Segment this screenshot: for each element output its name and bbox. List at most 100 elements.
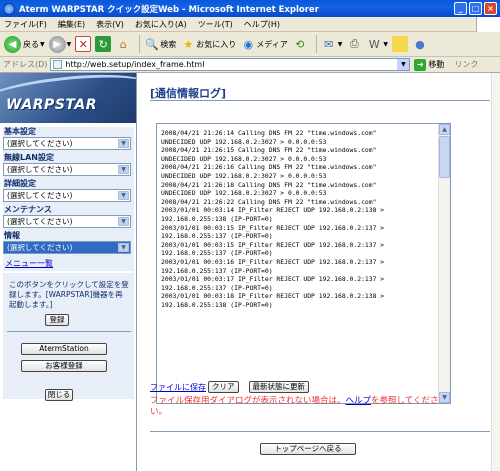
- star-icon: ★: [183, 37, 194, 51]
- log-line: 2003/01/01 00:03:14 IP_Filter REJECT UDP…: [161, 206, 385, 215]
- close-window-button[interactable]: ×: [484, 2, 497, 15]
- advanced-settings-value: (選択してください): [7, 191, 73, 200]
- note-icon: [391, 36, 408, 52]
- chevron-down-icon: ▼: [383, 40, 388, 48]
- log-content: 2008/04/21 21:26:14 Calling DNS FM 22 "t…: [157, 124, 437, 309]
- back-label: 戻る: [23, 39, 39, 49]
- warpstar-logo: WARPSTAR: [0, 73, 136, 123]
- chevron-down-icon: ▼: [118, 217, 129, 226]
- advanced-settings-select[interactable]: (選択してください) ▼: [3, 189, 131, 202]
- stop-button[interactable]: ✕: [75, 36, 92, 52]
- wireless-lan-group: 無線LAN設定 (選択してください) ▼: [3, 153, 134, 176]
- page-scrollbar[interactable]: [491, 73, 500, 471]
- log-line: 2008/04/21 21:26:16 Calling DNS FM 22 "t…: [161, 163, 377, 172]
- search-button[interactable]: 🔍 検索: [144, 36, 176, 52]
- advanced-settings-group: 詳細設定 (選択してください) ▼: [3, 179, 134, 202]
- register-button[interactable]: 登録: [45, 314, 69, 326]
- menu-help[interactable]: ヘルプ(H): [244, 19, 280, 30]
- refresh-button[interactable]: ↻: [95, 36, 112, 52]
- address-input[interactable]: http://web.setup/index_frame.html ▼: [50, 58, 411, 71]
- close-button[interactable]: 閉じる: [45, 389, 73, 401]
- history-button[interactable]: ⟲: [292, 36, 308, 52]
- save-warning: ファイル保存用ダイアログが表示されない場合は、ヘルプを参照してください。: [150, 396, 450, 418]
- aterm-station-button[interactable]: AtermStation: [21, 343, 107, 355]
- minimize-button[interactable]: _: [454, 2, 467, 15]
- ie-logo-icon: [3, 2, 15, 15]
- media-button[interactable]: ◉ メディア: [240, 36, 287, 52]
- scroll-thumb[interactable]: [439, 136, 450, 178]
- edit-button[interactable]: W ▼: [366, 36, 388, 52]
- log-line: 2003/01/01 00:03:16 IP_Filter REJECT UDP…: [161, 257, 385, 266]
- menu-favorites[interactable]: お気に入り(A): [135, 19, 187, 30]
- panel-divider: [7, 331, 131, 332]
- window-titlebar: Aterm WARPSTAR クイック設定Web - Microsoft Int…: [0, 0, 500, 17]
- chevron-down-icon[interactable]: ▼: [397, 59, 410, 70]
- chevron-down-icon: ▼: [66, 40, 72, 48]
- home-icon: ⌂: [119, 37, 127, 51]
- maintenance-group: メンテナンス (選択してください) ▼: [3, 205, 134, 228]
- bottom-divider: [150, 431, 490, 432]
- log-line: 2003/01/01 00:03:18 IP_Filter REJECT UDP…: [161, 292, 385, 301]
- log-line: UNDECIDED UDP 192.168.0.2:3027 > 0.0.0.0…: [161, 137, 327, 146]
- clear-button[interactable]: クリア: [208, 381, 239, 393]
- page-icon: [53, 60, 63, 69]
- log-scrollbar[interactable]: ▲ ▼: [438, 124, 450, 403]
- go-label: 移動: [428, 60, 445, 69]
- window-title: Aterm WARPSTAR クイック設定Web - Microsoft Int…: [19, 4, 319, 15]
- menu-list-link[interactable]: メニュー一覧: [3, 257, 134, 271]
- sidebar: WARPSTAR 基本設定 (選択してください) ▼ 無線LAN設定 (選択して…: [0, 73, 137, 471]
- info-select[interactable]: (選択してください) ▼: [3, 241, 131, 254]
- home-button[interactable]: ⌂: [115, 36, 131, 52]
- wireless-lan-value: (選択してください): [7, 165, 73, 174]
- log-line: 192.168.0.255:137 (IP-PORT=0): [161, 266, 273, 275]
- maintenance-value: (選択してください): [7, 217, 73, 226]
- refresh-log-button[interactable]: 最新状態に更新: [248, 381, 309, 393]
- advanced-settings-label: 詳細設定: [4, 179, 36, 188]
- print-button[interactable]: ⎙: [346, 36, 362, 52]
- wireless-lan-label: 無線LAN設定: [4, 153, 54, 162]
- help-link[interactable]: ヘルプ: [346, 396, 372, 406]
- maintenance-select[interactable]: (選択してください) ▼: [3, 215, 131, 228]
- warning-text: ファイル保存用ダイアログが表示されない場合は、: [150, 396, 346, 406]
- save-to-file-link[interactable]: ファイルに保存: [150, 382, 206, 393]
- log-actions: ファイルに保存 クリア 最新状態に更新: [150, 381, 319, 393]
- info-group: 情報 (選択してください) ▼: [3, 231, 134, 254]
- mail-button[interactable]: ✉ ▼: [321, 36, 343, 52]
- log-line: 2008/04/21 21:26:18 Calling DNS FM 22 "t…: [161, 180, 377, 189]
- basic-settings-label: 基本設定: [4, 127, 36, 136]
- log-line: 192.168.0.255:137 (IP-PORT=0): [161, 283, 273, 292]
- maximize-button[interactable]: □: [469, 2, 482, 15]
- top-page-button[interactable]: トップページへ戻る: [260, 443, 356, 455]
- log-line: 2008/04/21 21:26:22 Calling DNS FM 22 "t…: [161, 197, 377, 206]
- windows-flag-icon: [476, 17, 500, 32]
- log-line: UNDECIDED UDP 192.168.0.2:3027 > 0.0.0.0…: [161, 171, 327, 180]
- back-button[interactable]: ◀ 戻る ▼: [4, 35, 45, 53]
- chevron-down-icon: ▼: [40, 40, 45, 48]
- go-arrow-icon: ➜: [414, 58, 427, 71]
- scroll-up-icon[interactable]: ▲: [439, 124, 450, 135]
- log-textarea[interactable]: 2008/04/21 21:26:14 Calling DNS FM 22 "t…: [156, 123, 451, 404]
- go-button[interactable]: ➜ 移動: [414, 58, 445, 71]
- discuss-button[interactable]: [391, 36, 408, 52]
- messenger-button[interactable]: ●: [412, 36, 428, 52]
- basic-settings-select[interactable]: (選択してください) ▼: [3, 137, 131, 150]
- chevron-down-icon: ▼: [337, 40, 343, 48]
- edit-icon: W: [368, 37, 380, 51]
- menu-edit[interactable]: 編集(E): [58, 19, 85, 30]
- menu-view[interactable]: 表示(V): [96, 19, 124, 30]
- address-bar: アドレス(D) http://web.setup/index_frame.htm…: [0, 57, 500, 73]
- menu-tools[interactable]: ツール(T): [198, 19, 233, 30]
- wireless-lan-select[interactable]: (選択してください) ▼: [3, 163, 131, 176]
- log-line: 2003/01/01 00:03:17 IP_Filter REJECT UDP…: [161, 275, 385, 284]
- forward-button[interactable]: ▶ ▼: [48, 35, 72, 53]
- customer-registration-button[interactable]: お客様登録: [21, 360, 107, 372]
- favorites-button[interactable]: ★ お気に入り: [180, 36, 236, 52]
- log-line: 2008/04/21 21:26:15 Calling DNS FM 22 "t…: [161, 146, 377, 155]
- toolbar-divider: [315, 35, 317, 53]
- favorites-label: お気に入り: [196, 39, 237, 49]
- links-button[interactable]: リンク: [454, 59, 478, 70]
- page-title: [通信情報ログ]: [150, 87, 227, 100]
- log-line: UNDECIDED UDP 192.168.0.2:3027 > 0.0.0.0…: [161, 154, 327, 163]
- menu-file[interactable]: ファイル(F): [4, 19, 47, 30]
- chevron-down-icon: ▼: [118, 165, 129, 174]
